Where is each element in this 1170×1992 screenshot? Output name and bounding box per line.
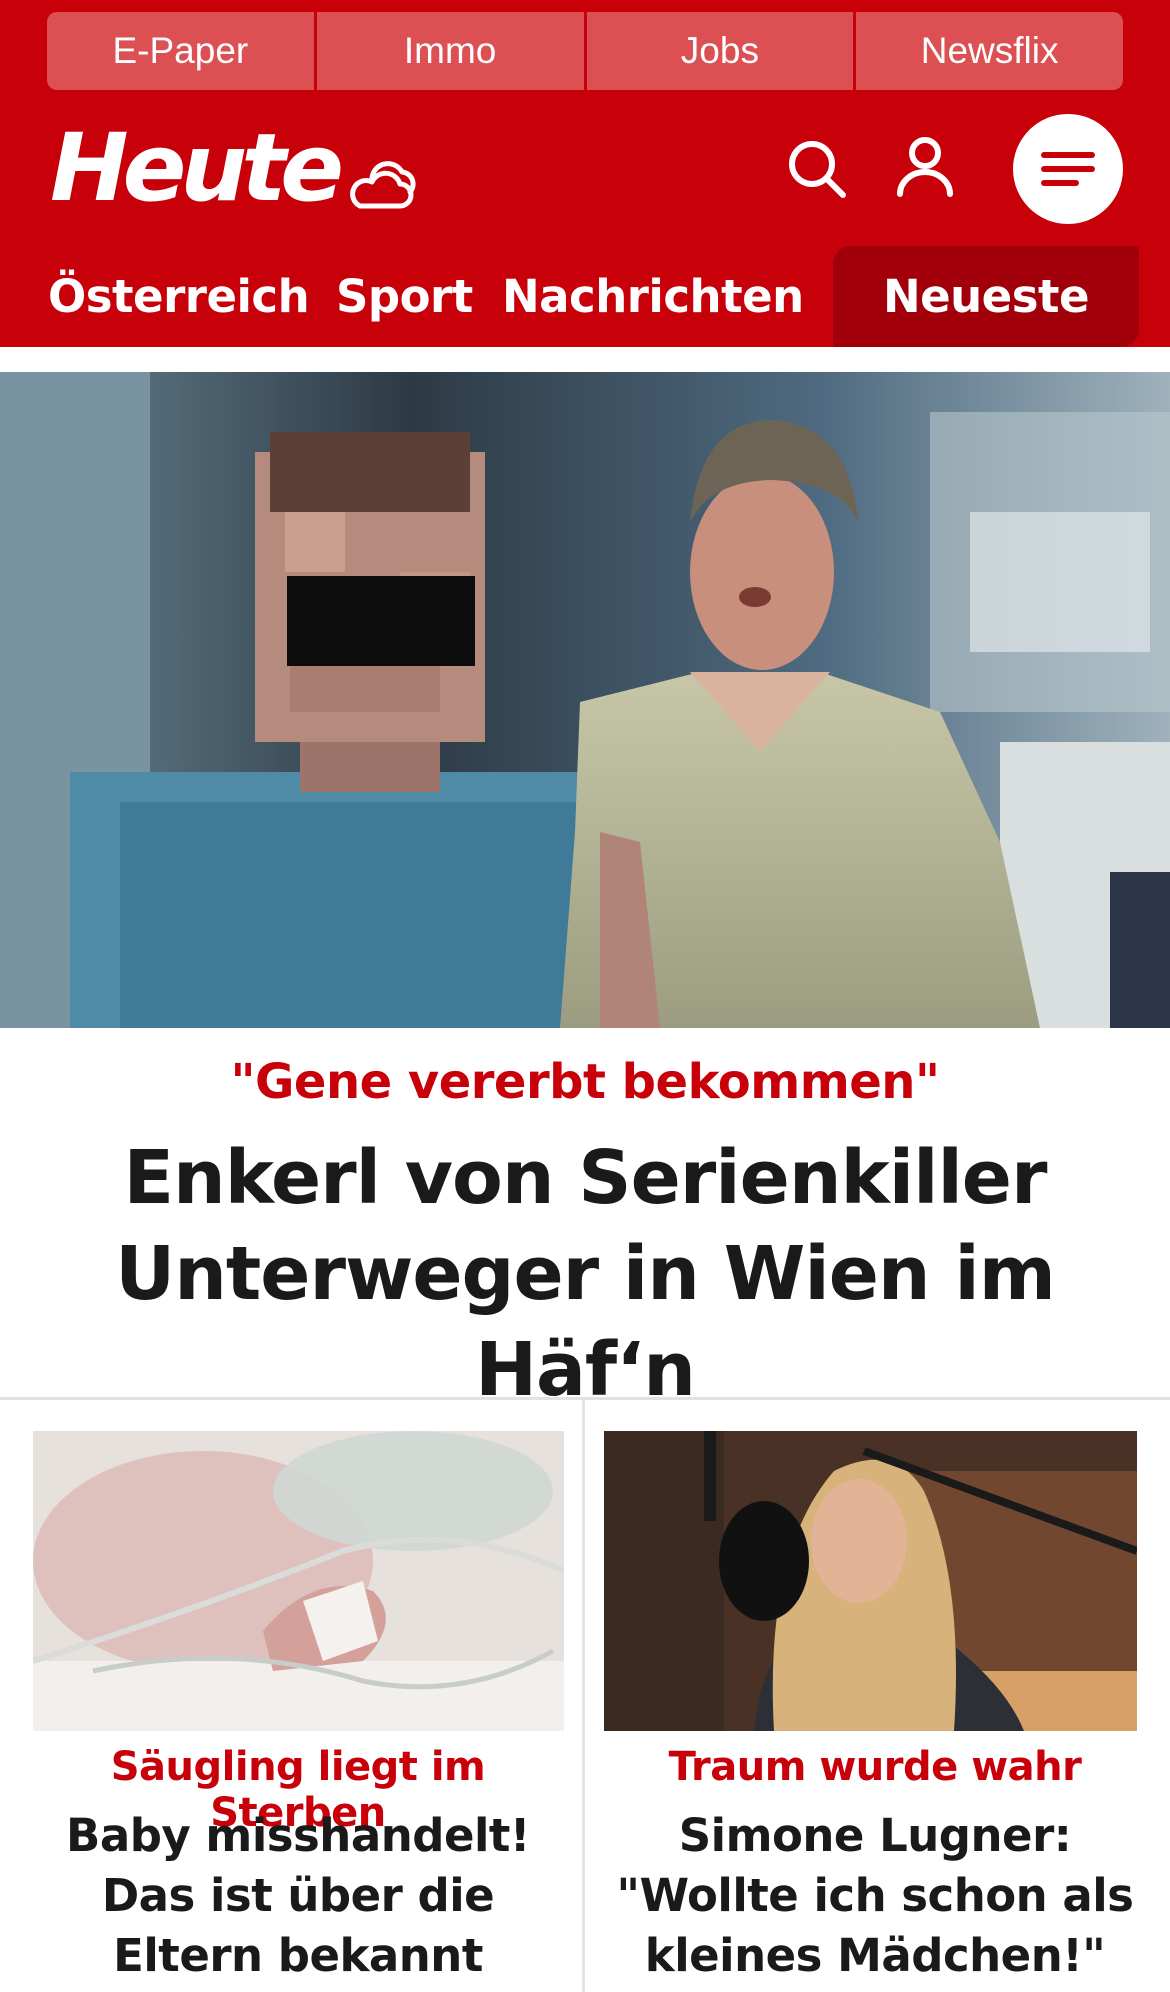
user-icon [897,137,953,197]
teaser-image-1[interactable] [33,1431,564,1731]
menu-button[interactable] [1013,114,1123,224]
column-divider [582,1400,585,1992]
cloud-sun-icon[interactable] [346,148,420,212]
site-header: E-Paper Immo Jobs Newsflix Heute [0,0,1170,246]
search-button[interactable] [782,134,852,204]
nav-item-sport[interactable]: Sport [336,246,473,347]
quicklink-epaper[interactable]: E-Paper [47,12,317,90]
teaser-kicker-2: Traum wurde wahr [668,1744,1082,1790]
quicklink-immo[interactable]: Immo [316,12,587,90]
menu-icon [1041,152,1095,186]
search-icon [789,141,846,198]
teaser-headline-2[interactable]: Simone Lugner: "Wollte ich schon als kle… [600,1806,1150,1986]
hero-kicker: "Gene vererbt bekommen" [230,1054,940,1110]
section-divider [0,1397,1170,1400]
nav-item-nachrichten[interactable]: Nachrichten [502,246,804,347]
nav-item-oesterreich[interactable]: Österreich [48,246,310,347]
nav-item-neueste[interactable]: Neueste [833,246,1139,347]
site-logo[interactable]: Heute [50,122,344,216]
quicklinks-bar: E-Paper Immo Jobs Newsflix [47,12,1123,90]
hero-headline[interactable]: Enkerl von Serienkiller Unterweger in Wi… [40,1130,1130,1418]
category-nav: Österreich Sport Nachrichten Neueste [0,246,1170,347]
quicklink-jobs[interactable]: Jobs [586,12,857,90]
account-button[interactable] [890,132,960,202]
teaser-headline-1[interactable]: Baby misshandelt! Das ist über die Elter… [20,1806,576,1986]
hero-image[interactable] [0,372,1170,1028]
quicklink-newsflix[interactable]: Newsflix [856,12,1123,90]
teaser-image-2[interactable] [604,1431,1137,1731]
